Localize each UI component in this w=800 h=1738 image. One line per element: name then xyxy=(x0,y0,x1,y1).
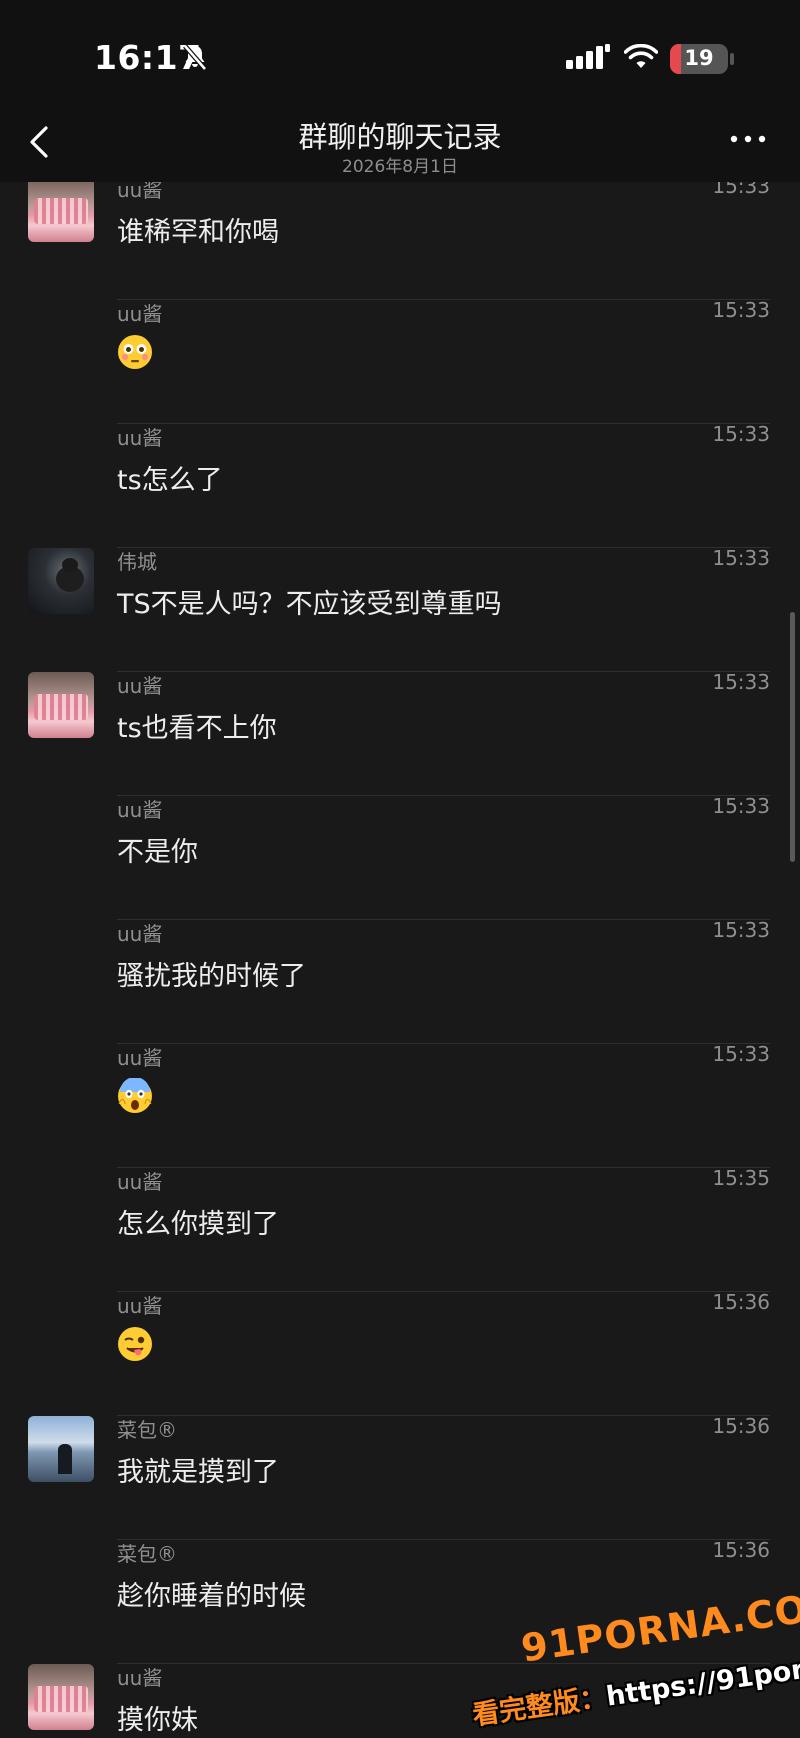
message-time: 15:36 xyxy=(712,1538,770,1562)
message-time: 15:33 xyxy=(712,670,770,694)
bell-muted-icon xyxy=(183,44,207,71)
message-text[interactable]: 我就是摸到了 xyxy=(117,1450,279,1489)
wifi-icon xyxy=(624,44,658,68)
sender-name[interactable]: 菜包® xyxy=(117,1538,177,1567)
girl-avatar[interactable] xyxy=(28,672,94,738)
sender-name[interactable]: uu酱 xyxy=(117,918,162,947)
sender-name[interactable]: uu酱 xyxy=(117,182,162,203)
battery-tip xyxy=(730,53,734,65)
sender-name[interactable]: uu酱 xyxy=(117,1290,162,1319)
message-row[interactable]: uu酱 15:33 ts也看不上你 xyxy=(0,670,800,796)
sea-avatar[interactable] xyxy=(28,1416,94,1482)
message-text[interactable]: 怎么你摸到了 xyxy=(117,1202,279,1241)
message-text[interactable]: 趁你睡着的时候 xyxy=(117,1574,306,1613)
winking-tongue-face-icon xyxy=(118,1327,152,1361)
message-time: 15:36 xyxy=(712,1290,770,1314)
status-bar: 16:17 19 xyxy=(0,0,800,110)
message-text[interactable]: 骚扰我的时候了 xyxy=(117,954,306,993)
cellular-signal-icon xyxy=(566,44,610,69)
message-row[interactable]: 伟城 15:33 TS不是人吗？不应该受到尊重吗 xyxy=(0,546,800,672)
message-text[interactable]: ts也看不上你 xyxy=(117,706,277,745)
chat-history-list[interactable]: uu酱 15:33 谁稀罕和你喝 uu酱 15:33 uu酱 15:33 ts怎么了伟城 15:… xyxy=(0,182,800,1738)
sender-name[interactable]: uu酱 xyxy=(117,1166,162,1195)
message-time: 15:33 xyxy=(712,546,770,570)
message-time: 15:33 xyxy=(712,794,770,818)
sender-name[interactable]: uu酱 xyxy=(117,422,162,451)
scrollbar[interactable] xyxy=(790,612,795,862)
message-row[interactable]: uu酱 15:35 怎么你摸到了 xyxy=(0,1166,800,1292)
message-row[interactable]: 菜包® 15:36 我就是摸到了 xyxy=(0,1414,800,1540)
message-time: 15:33 xyxy=(712,422,770,446)
battery-indicator: 19 xyxy=(670,44,728,74)
message-text[interactable]: 不是你 xyxy=(117,830,198,869)
message-time: 15:33 xyxy=(712,918,770,942)
battery-level: 19 xyxy=(684,46,714,70)
message-row[interactable]: uu酱 15:33 骚扰我的时候了 xyxy=(0,918,800,1044)
girl-avatar[interactable] xyxy=(28,182,94,242)
message-row[interactable]: uu酱 15:36 xyxy=(0,1290,800,1416)
sender-name[interactable]: uu酱 xyxy=(117,298,162,327)
message-row[interactable]: uu酱 15:33 xyxy=(0,298,800,424)
screaming-face-icon xyxy=(118,1078,152,1113)
message-row[interactable]: uu酱 15:33 xyxy=(0,1042,800,1168)
nav-bar: 群聊的聊天记录 2026年8月1日 xyxy=(0,110,800,182)
flushed-face-icon xyxy=(118,335,152,369)
girl-avatar[interactable] xyxy=(28,1664,94,1730)
more-options-icon[interactable] xyxy=(728,124,768,154)
page-date: 2026年8月1日 xyxy=(342,157,458,177)
message-text[interactable]: 摸你妹 xyxy=(117,1698,198,1737)
message-time: 15:33 xyxy=(712,298,770,322)
sender-name[interactable]: 菜包® xyxy=(117,1414,177,1443)
message-text[interactable]: 谁稀罕和你喝 xyxy=(117,210,279,249)
message-time: 15:35 xyxy=(712,1166,770,1190)
page-title: 群聊的聊天记录 xyxy=(298,120,502,154)
sender-name[interactable]: uu酱 xyxy=(117,794,162,823)
sender-name[interactable]: uu酱 xyxy=(117,670,162,699)
sender-name[interactable]: uu酱 xyxy=(117,1042,162,1071)
car-avatar[interactable] xyxy=(28,548,94,614)
message-row[interactable]: uu酱 15:33 不是你 xyxy=(0,794,800,920)
message-row[interactable]: uu酱 15:33 谁稀罕和你喝 xyxy=(0,182,800,300)
message-time: 15:36 xyxy=(712,1414,770,1438)
message-time: 15:33 xyxy=(712,1042,770,1066)
message-time: 15:33 xyxy=(712,182,770,198)
message-row[interactable]: uu酱 15:33 ts怎么了 xyxy=(0,422,800,548)
sender-name[interactable]: uu酱 xyxy=(117,1662,162,1691)
message-text[interactable]: ts怎么了 xyxy=(117,458,223,497)
sender-name[interactable]: 伟城 xyxy=(117,546,157,575)
message-text[interactable]: TS不是人吗？不应该受到尊重吗 xyxy=(117,582,502,621)
